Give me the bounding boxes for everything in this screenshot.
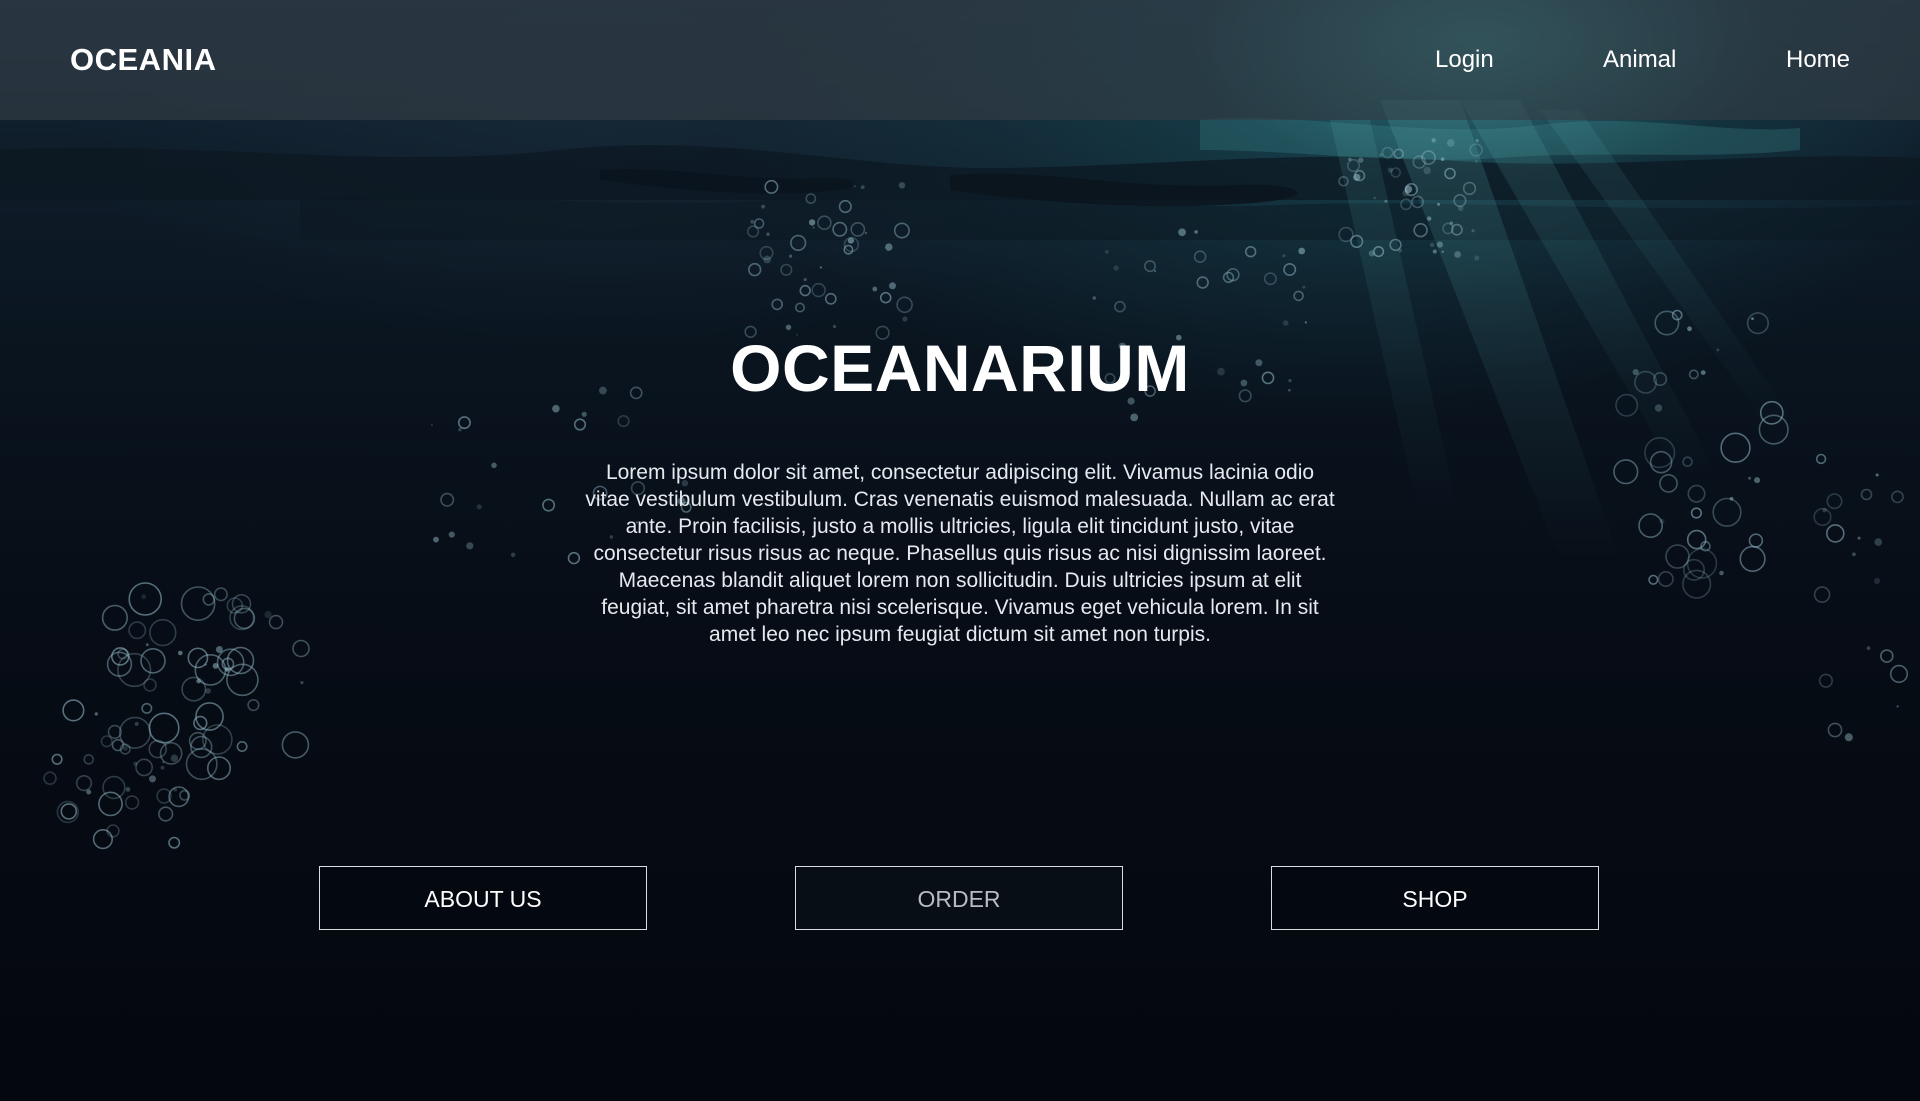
underwater-background: OCEANIA Login Animal Home OCEANARIUM Lor… (0, 0, 1920, 1101)
shop-button[interactable]: SHOP (1271, 866, 1599, 930)
about-us-button[interactable]: ABOUT US (319, 866, 647, 930)
order-button[interactable]: ORDER (795, 866, 1123, 930)
brand-logo[interactable]: OCEANIA (70, 0, 216, 120)
nav-link-animal[interactable]: Animal (1603, 0, 1676, 120)
nav-link-home[interactable]: Home (1786, 0, 1850, 120)
top-navbar: OCEANIA Login Animal Home (0, 0, 1920, 120)
hero-description: Lorem ipsum dolor sit amet, consectetur … (585, 461, 1335, 646)
hero-title: OCEANARIUM (730, 331, 1190, 405)
nav-link-login[interactable]: Login (1435, 0, 1494, 120)
